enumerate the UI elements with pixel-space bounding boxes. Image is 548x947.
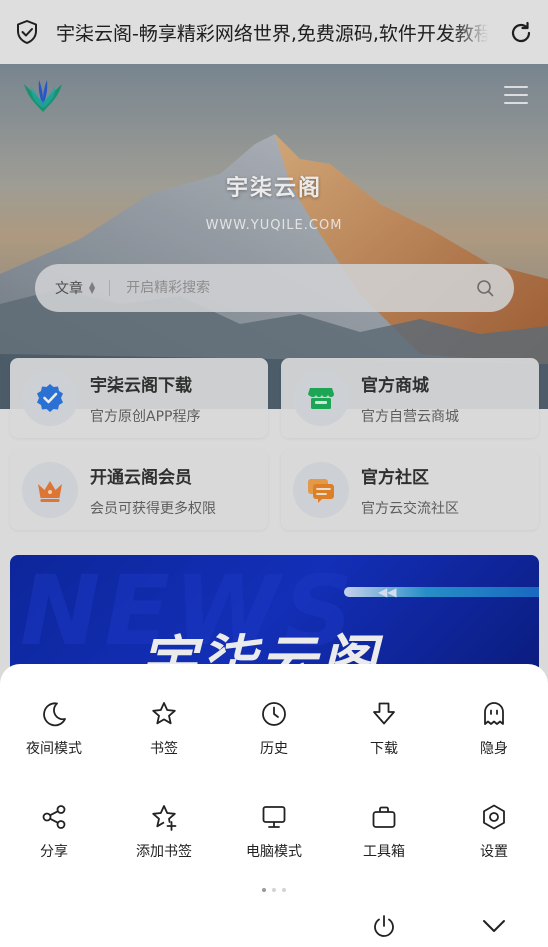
- search-icon[interactable]: [476, 279, 494, 297]
- card-title: 官方商城: [361, 375, 429, 396]
- page-dot[interactable]: [282, 888, 286, 892]
- chat-bubbles-icon: [308, 479, 334, 503]
- star-add-icon: [152, 805, 177, 831]
- menu-item-bookmarks[interactable]: 书签: [109, 700, 219, 758]
- shield-check-icon[interactable]: [14, 19, 40, 45]
- menu-item-label: 下载: [370, 741, 398, 757]
- clock-icon: [262, 702, 286, 726]
- share-icon: [42, 805, 66, 829]
- power-icon[interactable]: [372, 914, 396, 938]
- store-icon: [308, 388, 334, 409]
- card-membership[interactable]: 开通云阁会员 会员可获得更多权限: [10, 450, 268, 530]
- menu-item-share[interactable]: 分享: [0, 803, 109, 861]
- menu-item-history[interactable]: 历史: [219, 700, 329, 758]
- card-subtitle: 官方自营云商城: [361, 408, 459, 425]
- search-category-select[interactable]: 文章 ▲ ▼: [55, 278, 95, 298]
- chevron-down-icon[interactable]: [482, 918, 506, 934]
- moon-icon: [43, 702, 66, 727]
- menu-item-label: 书签: [150, 741, 178, 757]
- menu-item-label: 夜间模式: [26, 741, 82, 757]
- crown-icon: [38, 481, 62, 502]
- card-icon-wrap: [293, 462, 349, 518]
- card-title: 宇柒云阁下载: [90, 375, 192, 396]
- card-title: 开通云阁会员: [90, 467, 192, 488]
- card-community[interactable]: 官方社区 官方云交流社区: [281, 450, 539, 530]
- browser-menu-sheet: 夜间模式 书签 历史 下载 隐身 分享 添加书签 电脑模式 工具箱 设置: [0, 664, 548, 947]
- verified-badge-icon: [37, 384, 63, 412]
- download-icon: [373, 702, 395, 725]
- banner-chevron-icon: ◀◀: [378, 585, 397, 599]
- menu-item-add-bookmark[interactable]: 添加书签: [109, 803, 219, 861]
- site-url: WWW.YUQILE.COM: [205, 218, 343, 233]
- menu-item-toolbox[interactable]: 工具箱: [329, 803, 439, 861]
- news-banner[interactable]: NEWS ◀◀ 宇柒云阁: [10, 555, 539, 675]
- site-logo[interactable]: [22, 78, 64, 114]
- menu-item-label: 设置: [480, 844, 508, 860]
- monitor-icon: [262, 806, 286, 828]
- page-dot-active[interactable]: [262, 888, 266, 892]
- menu-item-downloads[interactable]: 下载: [329, 700, 439, 758]
- card-icon-wrap: [293, 370, 349, 426]
- page-dot[interactable]: [272, 888, 276, 892]
- banner-stripe: [344, 587, 539, 597]
- search-category-label: 文章: [55, 281, 83, 297]
- card-subtitle: 官方云交流社区: [361, 500, 459, 517]
- menu-item-incognito[interactable]: 隐身: [439, 700, 548, 758]
- menu-item-label: 添加书签: [136, 844, 192, 860]
- ghost-icon: [484, 702, 504, 725]
- menu-item-label: 工具箱: [363, 844, 405, 860]
- search-bar: 文章 ▲ ▼: [35, 264, 514, 312]
- menu-item-desktop-mode[interactable]: 电脑模式: [219, 803, 329, 861]
- card-icon-wrap: [22, 462, 78, 518]
- browser-top-bar: 宇柒云阁-畅享精彩网络世界,免费源码,软件开发教程: [0, 0, 548, 64]
- reload-icon[interactable]: [508, 20, 534, 46]
- settings-icon: [483, 804, 505, 830]
- site-name: 宇柒云阁: [225, 176, 322, 201]
- menu-item-night-mode[interactable]: 夜间模式: [0, 700, 109, 758]
- page-title[interactable]: 宇柒云阁-畅享精彩网络世界,免费源码,软件开发教程: [56, 19, 488, 46]
- star-icon: [152, 702, 176, 725]
- toolbox-icon: [372, 806, 396, 828]
- sort-arrows-icon: ▲ ▼: [89, 280, 96, 295]
- hamburger-menu-icon[interactable]: [504, 86, 528, 106]
- menu-item-label: 隐身: [480, 741, 508, 757]
- card-app-download[interactable]: 宇柒云阁下载 官方原创APP程序: [10, 358, 268, 438]
- menu-item-label: 电脑模式: [246, 844, 302, 860]
- menu-item-settings[interactable]: 设置: [439, 803, 548, 861]
- card-subtitle: 官方原创APP程序: [90, 408, 201, 425]
- card-title: 官方社区: [361, 467, 429, 488]
- card-subtitle: 会员可获得更多权限: [90, 500, 216, 517]
- card-icon-wrap: [22, 370, 78, 426]
- menu-item-label: 历史: [260, 741, 288, 757]
- page-indicator: [262, 888, 286, 892]
- search-divider: [109, 280, 111, 296]
- search-input[interactable]: [126, 280, 476, 296]
- card-official-store[interactable]: 官方商城 官方自营云商城: [281, 358, 539, 438]
- menu-item-label: 分享: [40, 844, 68, 860]
